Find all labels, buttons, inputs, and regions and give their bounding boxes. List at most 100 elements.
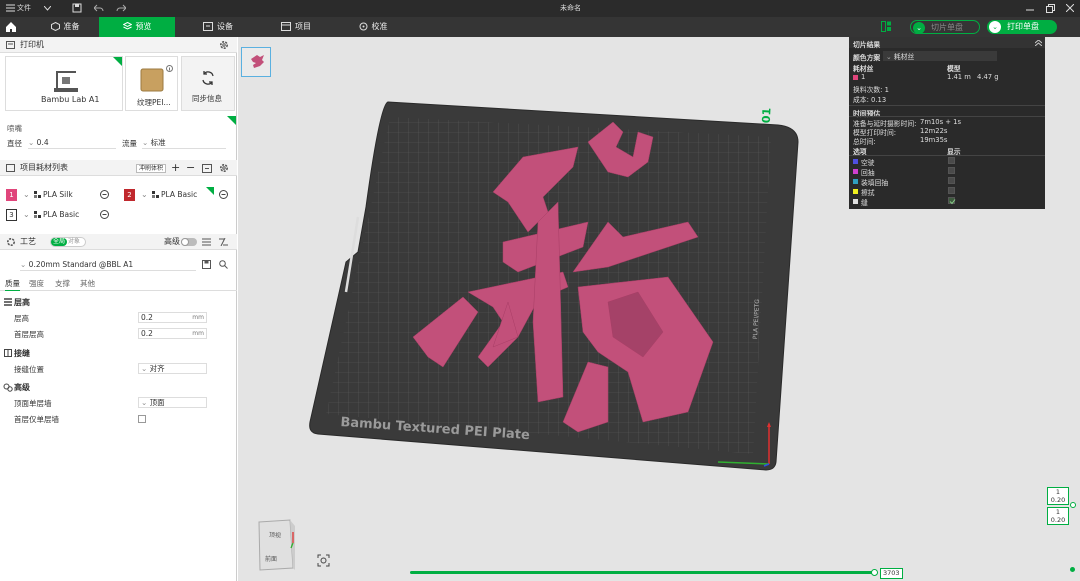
horizontal-slider-handle[interactable] — [871, 569, 878, 576]
legend-seam-checkbox[interactable] — [948, 197, 956, 205]
layer-height-group: 层高 — [14, 298, 30, 307]
filament-edit-icon[interactable] — [100, 190, 109, 199]
view-focus-icon[interactable] — [317, 554, 330, 567]
advanced-label: 高级 — [164, 237, 180, 246]
vertical-slider-handle[interactable] — [1070, 502, 1076, 508]
filament-color-swatch[interactable]: 3 — [6, 209, 17, 221]
seam-icon — [4, 349, 12, 357]
tab-preview[interactable]: 预览 — [99, 17, 175, 37]
subtab-other[interactable]: 其他 — [80, 278, 95, 289]
horizontal-slider-track[interactable] — [410, 571, 875, 574]
minimize-icon[interactable] — [1026, 5, 1034, 11]
first-layer-wall-label: 首层仅单层墙 — [14, 415, 59, 424]
checkmark-icon — [949, 199, 956, 205]
plate-card[interactable]: 纹理PEI... — [125, 56, 178, 111]
process-preset-select[interactable]: ⌄ 0.20mm Standard @BBL A1 — [20, 259, 196, 271]
filament-name: PLA Silk — [43, 190, 73, 199]
process-gear-icon — [6, 237, 16, 247]
list-icon[interactable] — [202, 238, 211, 246]
horizontal-layer-slider[interactable]: 3703 — [410, 568, 903, 579]
layer-height-input[interactable]: 0.2 mm — [138, 312, 207, 323]
remove-filament-button[interactable]: − — [186, 160, 195, 176]
filament-sync-icon[interactable] — [202, 164, 212, 173]
first-layer-wall-checkbox[interactable] — [138, 415, 146, 423]
filament-item-2[interactable]: 2 ⌄ PLA Basic — [123, 187, 233, 202]
legend-travel-checkbox[interactable] — [948, 157, 955, 164]
chevron-down-icon[interactable]: ⌄ — [141, 190, 148, 199]
object-label[interactable]: 对象 — [67, 238, 80, 245]
view-cube-top[interactable]: 顶视 — [269, 529, 282, 539]
hamburger-menu-icon[interactable] — [6, 4, 15, 12]
compare-icon[interactable] — [219, 238, 228, 246]
seam-position-select[interactable]: ⌄ 对齐 — [138, 363, 207, 374]
sync-info-button[interactable]: 同步信息 — [181, 56, 235, 111]
filament-edit-icon[interactable] — [100, 210, 109, 219]
color-scheme-select[interactable]: ⌄ 耗材丝 — [883, 51, 997, 61]
diameter-select[interactable]: ⌄ 0.4 — [28, 137, 116, 149]
filament-edit-icon[interactable] — [219, 190, 228, 199]
filament-name: PLA Basic — [43, 210, 80, 219]
collapse-icon[interactable] — [1035, 40, 1042, 46]
global-label[interactable]: 全局 — [51, 238, 68, 246]
legend-deretract-checkbox[interactable] — [948, 177, 955, 184]
home-icon[interactable] — [5, 21, 17, 33]
tab-device[interactable]: 设备 — [188, 17, 248, 37]
project-icon — [281, 22, 291, 31]
advanced-toggle[interactable] — [181, 238, 197, 246]
legend-wipe-checkbox[interactable] — [948, 187, 955, 194]
printer-card[interactable]: Bambu Lab A1 — [5, 56, 123, 111]
first-layer-height-input[interactable]: 0.2 mm — [138, 328, 207, 339]
slice-plate-button[interactable]: ⌄ 切片单盘 — [910, 20, 980, 34]
restore-icon[interactable] — [1046, 4, 1055, 13]
multi-plate-icon[interactable] — [881, 21, 892, 32]
legend-wipe-swatch — [853, 189, 858, 194]
filament-selected-corner-icon — [206, 187, 214, 195]
info-icon[interactable] — [166, 65, 173, 72]
model-fu-character[interactable] — [408, 122, 718, 432]
view-cube[interactable]: 顶视 前面 — [257, 518, 295, 571]
view-cube-front[interactable]: 前面 — [265, 554, 277, 563]
file-menu[interactable]: 文件 — [17, 3, 31, 13]
save-icon[interactable] — [72, 3, 82, 13]
legend-travel-label: 空驶 — [861, 159, 875, 167]
search-icon[interactable] — [219, 260, 228, 269]
filament-item-1[interactable]: 1 ⌄ PLA Silk — [5, 188, 113, 202]
top-surface-wall-select[interactable]: ⌄ 顶面 — [138, 397, 207, 408]
first-layer-height-label: 首层层高 — [14, 330, 44, 339]
subtab-strength[interactable]: 强度 — [29, 278, 44, 289]
col-model-header: 模型 — [947, 65, 961, 73]
undo-icon[interactable] — [94, 4, 104, 12]
chevron-down-icon[interactable]: ⌄ — [23, 210, 30, 219]
vertical-slider-dot[interactable] — [1070, 567, 1075, 572]
filament-item-3[interactable]: 3 ⌄ PLA Basic — [5, 208, 113, 222]
printer-settings-gear-icon[interactable] — [219, 40, 229, 50]
tab-project[interactable]: 项目 — [266, 17, 326, 37]
print-dropdown-icon[interactable]: ⌄ — [989, 21, 1001, 33]
flush-volume-button[interactable]: 冲刷体积 — [136, 164, 167, 173]
save-preset-icon[interactable] — [202, 260, 211, 269]
redo-icon[interactable] — [116, 4, 126, 12]
chevron-down-icon[interactable] — [44, 6, 51, 11]
close-icon[interactable] — [1066, 4, 1074, 12]
subtab-quality[interactable]: 质量 — [5, 278, 20, 291]
filament-section-header: 项目耗材列表 冲刷体积 + − — [0, 160, 237, 176]
filament-color-swatch[interactable]: 1 — [6, 189, 17, 201]
filament-color-swatch[interactable]: 2 — [124, 189, 135, 201]
add-filament-button[interactable]: + — [171, 160, 180, 176]
chevron-down-icon[interactable]: ⌄ — [23, 190, 30, 199]
slice-dropdown-icon[interactable]: ⌄ — [913, 22, 925, 34]
plate-thumbnail[interactable] — [241, 47, 271, 77]
subtab-support[interactable]: 支撑 — [55, 278, 70, 289]
cube-icon — [50, 21, 60, 32]
flow-select[interactable]: ⌄ 标准 — [142, 137, 226, 149]
vertical-layer-slider[interactable]: 1 0.20 1 0.20 — [1045, 487, 1076, 577]
tab-prepare[interactable]: 准备 — [32, 17, 98, 37]
legend-retract-checkbox[interactable] — [948, 167, 955, 174]
print-plate-button[interactable]: ⌄ 打印单盘 — [987, 20, 1057, 34]
tab-calibration[interactable]: 校准 — [343, 17, 403, 37]
slice-result-title: 切片结果 — [853, 41, 881, 49]
filament-settings-gear-icon[interactable] — [219, 163, 229, 173]
process-section-header: 工艺 全局 对象 高级 — [0, 234, 237, 250]
global-toggle[interactable]: 全局 对象 — [50, 237, 86, 247]
legend-seam-swatch — [853, 199, 858, 204]
